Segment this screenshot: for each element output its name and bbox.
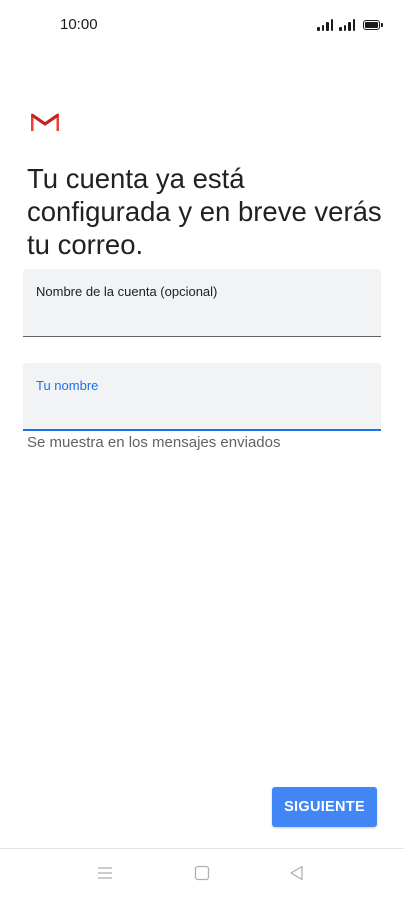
status-bar: 10:00	[0, 0, 404, 52]
navigation-bar	[0, 849, 404, 897]
menu-icon[interactable]	[95, 864, 115, 882]
your-name-input[interactable]	[36, 399, 366, 423]
signal-icon	[317, 19, 333, 31]
account-name-label: Nombre de la cuenta (opcional)	[36, 284, 218, 299]
your-name-helper-text: Se muestra en los mensajes enviados	[27, 434, 281, 451]
your-name-field[interactable]: Tu nombre	[23, 363, 381, 431]
status-icons	[317, 17, 383, 31]
back-icon[interactable]	[287, 864, 307, 882]
next-button[interactable]: SIGUIENTE	[272, 787, 377, 827]
gmail-logo	[31, 113, 59, 131]
home-icon[interactable]	[192, 864, 212, 882]
page-title: Tu cuenta ya está configurada y en breve…	[27, 163, 382, 260]
screen: 10:00 Tu cuenta ya está configurada y en…	[0, 0, 404, 897]
your-name-label: Tu nombre	[36, 378, 99, 393]
status-time: 10:00	[60, 16, 98, 33]
account-name-field[interactable]: Nombre de la cuenta (opcional)	[23, 269, 381, 337]
signal-icon	[339, 19, 355, 31]
battery-icon	[363, 20, 383, 30]
account-name-input[interactable]	[36, 305, 366, 329]
